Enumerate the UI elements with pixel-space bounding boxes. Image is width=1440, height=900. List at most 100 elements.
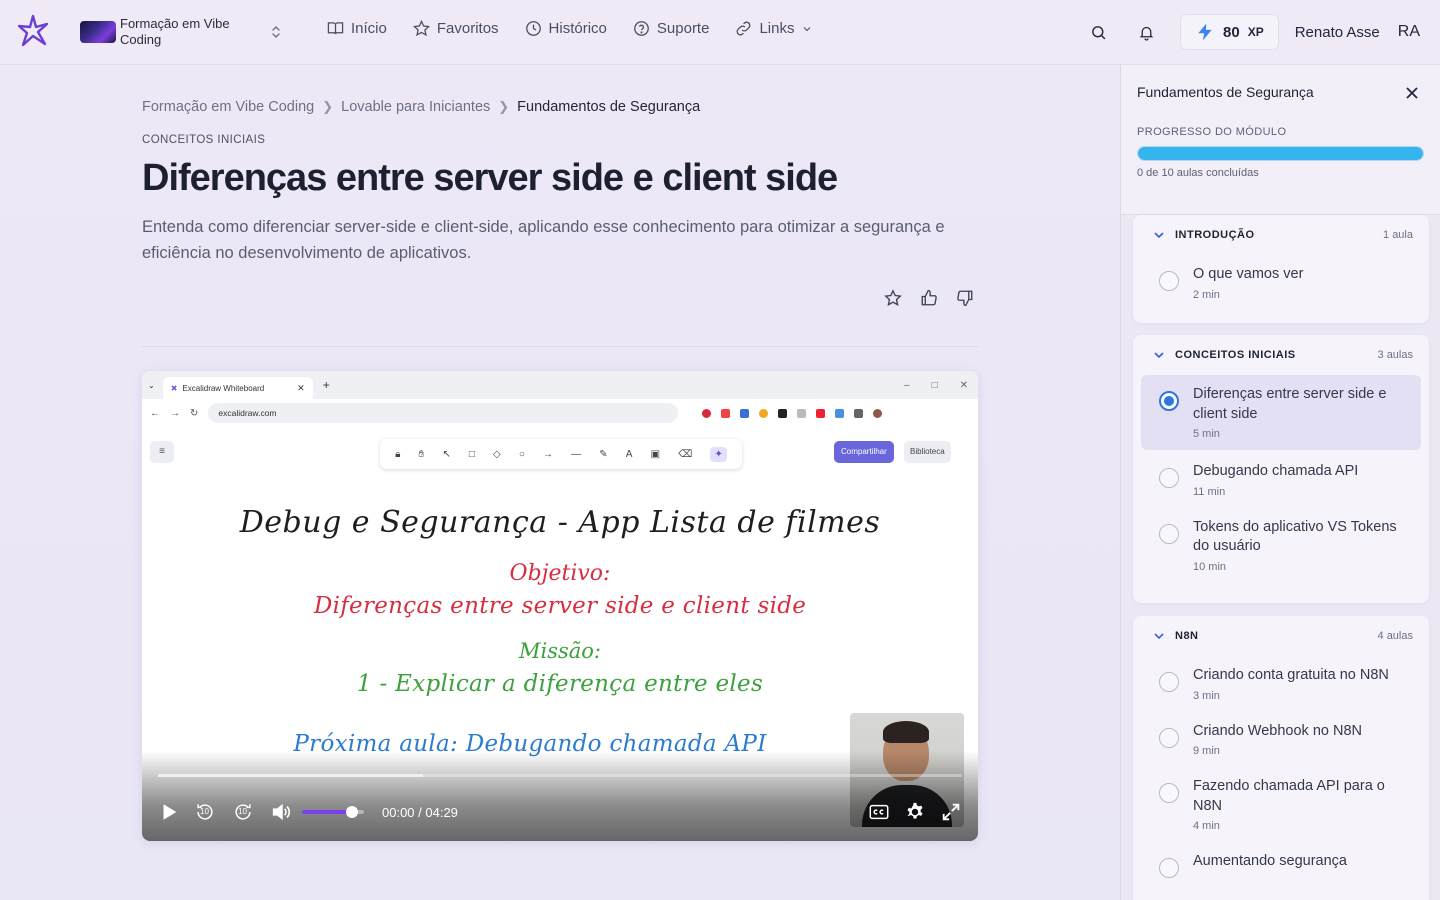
lesson-item[interactable]: Criando conta gratuita no N8N 3 min: [1141, 656, 1421, 712]
lesson-description: Entenda como diferenciar server-side e c…: [142, 218, 945, 262]
notifications-button[interactable]: [1128, 14, 1164, 50]
module-conceitos-iniciais: CONCEITOS INICIAIS 3 aulas Diferenças en…: [1133, 335, 1429, 603]
user-name[interactable]: Renato Asse: [1295, 24, 1380, 41]
laser-icon: ✦: [710, 446, 727, 462]
lock-icon: 🔒︎: [395, 448, 401, 460]
lesson-item[interactable]: Debugando chamada API 11 min: [1141, 452, 1421, 508]
xp-value: 80: [1223, 23, 1240, 41]
course-name: Formação em Vibe Coding: [120, 16, 230, 47]
volume-knob[interactable]: [345, 806, 358, 818]
course-switcher[interactable]: Formação em Vibe Coding: [80, 14, 290, 50]
lesson-item[interactable]: Fazendo chamada API para o N8N 4 min: [1141, 767, 1421, 842]
book-open-icon: [327, 22, 344, 35]
lesson-item[interactable]: O que vamos ver 2 min: [1141, 255, 1421, 311]
nav-historico[interactable]: Histórico: [525, 20, 607, 37]
lesson-section: CONCEITOS INICIAIS: [142, 134, 266, 146]
chevron-down-icon: ⌄: [148, 380, 155, 390]
course-thumbnail: [80, 21, 116, 43]
link-icon: [737, 21, 751, 36]
module-progress-count: 0 de 10 aulas concluídas: [1137, 167, 1259, 179]
url-bar: excalidraw.com: [208, 403, 679, 423]
thumbs-down-icon[interactable]: [956, 289, 974, 307]
lesson-duration: 5 min: [1193, 428, 1220, 440]
lesson-item-active[interactable]: Diferenças entre server side e client si…: [1141, 375, 1421, 450]
xp-badge[interactable]: 80 XP: [1180, 14, 1279, 50]
browser-tab-strip: ⌄ ✖ Excalidraw Whiteboard ✕ + – □ ✕: [142, 371, 978, 399]
search-button[interactable]: [1080, 14, 1116, 50]
play-button[interactable]: [158, 801, 180, 823]
lesson-item[interactable]: Criando Webhook no N8N 9 min: [1141, 712, 1421, 768]
lesson-item[interactable]: Tokens do aplicativo VS Tokens do usuári…: [1141, 508, 1421, 583]
forward-button[interactable]: 10: [232, 801, 254, 823]
top-bar: Formação em Vibe Coding Início Favoritos…: [0, 0, 1440, 65]
forward-icon: →: [170, 407, 180, 419]
lesson-duration: 9 min: [1193, 745, 1220, 757]
module-introducao: INTRODUÇÃO 1 aula O que vamos ver 2 min: [1133, 215, 1429, 323]
diamond-icon: ◇: [493, 448, 501, 460]
lesson-name: Diferenças entre server side e client si…: [1193, 386, 1387, 422]
rewind-button[interactable]: 10: [194, 801, 216, 823]
sidebar-title: Fundamentos de Segurança: [1137, 84, 1314, 100]
breadcrumb-subcourse[interactable]: Lovable para Iniciantes: [341, 99, 490, 115]
nav-inicio[interactable]: Início: [327, 20, 387, 37]
help-circle-icon: [634, 21, 649, 36]
bell-icon: [1139, 26, 1153, 41]
whiteboard-tools: 🔒︎ ✋︎ ↖ □ ◇ ○ → — ✎ A ▣ ⌫ ✦: [380, 439, 742, 469]
volume-slider[interactable]: [302, 806, 364, 818]
fullscreen-icon: [942, 803, 960, 821]
mute-button[interactable]: [270, 801, 292, 823]
forward-seconds: 10: [238, 807, 247, 816]
volume-fill: [302, 810, 352, 814]
module-name: CONCEITOS INICIAIS: [1175, 349, 1296, 361]
main-nav: Início Favoritos Histórico Suporte Links: [327, 20, 813, 37]
favorite-star-icon[interactable]: [884, 289, 902, 307]
fullscreen-button[interactable]: [940, 801, 962, 823]
nav-suporte[interactable]: Suporte: [633, 20, 710, 37]
close-icon[interactable]: [1404, 85, 1420, 101]
chevron-right-icon: ❯: [498, 99, 510, 114]
plus-icon: +: [322, 378, 330, 392]
controls-gradient: [142, 751, 978, 841]
module-header[interactable]: CONCEITOS INICIAIS 3 aulas: [1133, 335, 1429, 375]
thumbs-up-icon[interactable]: [920, 289, 938, 307]
module-lesson-count: 4 aulas: [1377, 630, 1413, 642]
nav-favoritos-label: Favoritos: [436, 20, 499, 37]
lesson-main: Formação em Vibe Coding ❯ Lovable para I…: [142, 65, 978, 900]
nav-favoritos[interactable]: Favoritos: [412, 20, 499, 37]
lesson-status-radio: [1159, 523, 1179, 544]
nav-inicio-label: Início: [351, 20, 387, 37]
breadcrumb-course[interactable]: Formação em Vibe Coding: [142, 99, 314, 115]
module-header[interactable]: N8N 4 aulas: [1133, 616, 1429, 656]
nav-links[interactable]: Links: [735, 20, 813, 37]
browser-tab-title: Excalidraw Whiteboard: [182, 383, 265, 393]
extension-icon: [835, 408, 845, 418]
extension-icon: [702, 408, 712, 418]
extension-icon: [873, 408, 883, 418]
lesson-item[interactable]: Aumentando segurança: [1141, 842, 1421, 882]
lightning-icon: [1198, 23, 1212, 41]
nav-suporte-label: Suporte: [656, 20, 710, 37]
settings-button[interactable]: [904, 801, 926, 823]
lesson-name: Fazendo chamada API para o N8N: [1193, 778, 1385, 814]
video-player[interactable]: ⌄ ✖ Excalidraw Whiteboard ✕ + – □ ✕ ← → …: [142, 371, 978, 841]
board-objective: Diferenças entre server side e client si…: [313, 593, 807, 619]
search-icon: [1091, 25, 1105, 39]
extension-icon: [816, 408, 826, 418]
sparkle-logo-icon[interactable]: [16, 14, 50, 48]
lesson-name: Tokens do aplicativo VS Tokens do usuári…: [1193, 518, 1397, 555]
sidebar-header: Fundamentos de Segurança PROGRESSO DO MÓ…: [1121, 65, 1440, 215]
extension-icon: [797, 408, 807, 418]
seek-bar[interactable]: [158, 774, 962, 777]
lesson-status-radio: [1159, 468, 1179, 488]
captions-icon: [869, 804, 889, 820]
chevron-up-down-icon: [272, 26, 280, 38]
module-header[interactable]: INTRODUÇÃO 1 aula: [1133, 215, 1429, 255]
module-progress-label: PROGRESSO DO MÓDULO: [1137, 126, 1287, 138]
module-progress-fill: [1138, 147, 1423, 160]
top-right-actions: 80 XP Renato Asse RA: [1080, 14, 1420, 50]
lesson-actions: [884, 289, 974, 307]
captions-button[interactable]: [868, 801, 890, 823]
window-controls: – □ ✕: [904, 380, 978, 391]
avatar[interactable]: RA: [1398, 23, 1420, 41]
maximize-icon: □: [931, 379, 938, 391]
